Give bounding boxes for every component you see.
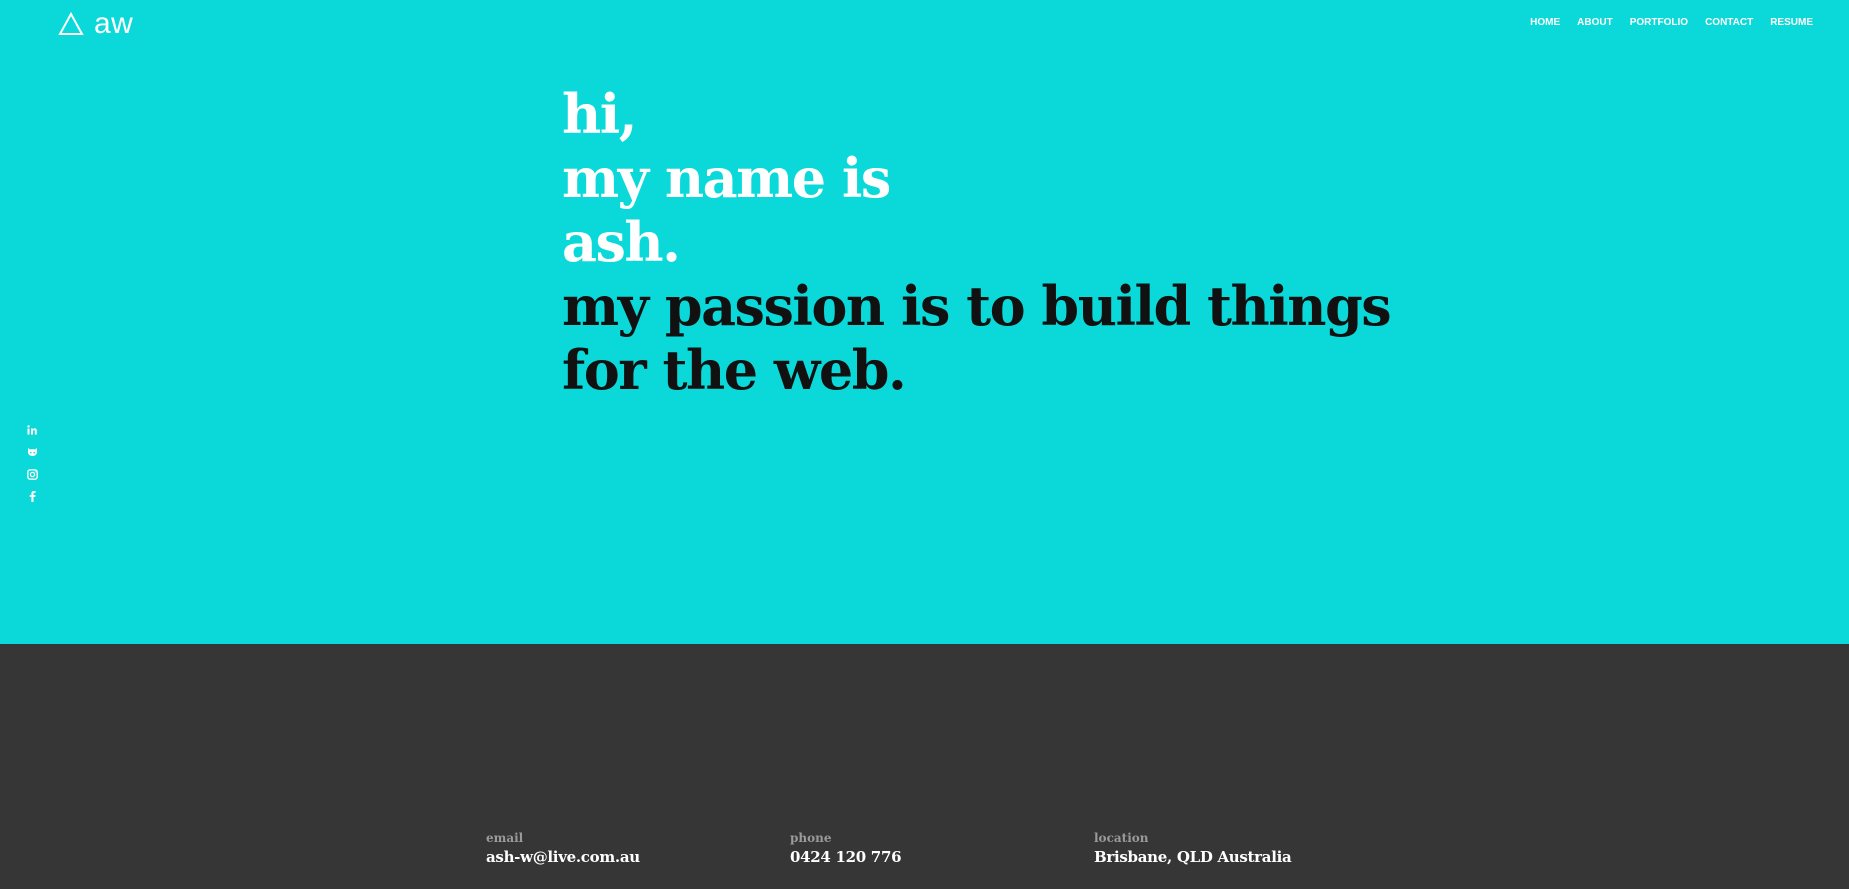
hero-headline: hi, my name is ash. my passion is to bui… (562, 82, 1392, 402)
contact-location: location Brisbane, QLD Australia (1094, 830, 1292, 868)
location-value: Brisbane, QLD Australia (1094, 848, 1292, 866)
nav-contact[interactable]: CONTACT (1705, 17, 1753, 28)
headline-name: ash. (562, 210, 681, 274)
facebook-icon[interactable] (26, 490, 38, 502)
social-links (24, 424, 40, 512)
location-label: location (1094, 831, 1149, 845)
headline-passion: my passion is to build things (562, 274, 1392, 338)
contact-phone: phone 0424 120 776 (790, 830, 902, 868)
triangle-icon (58, 12, 84, 36)
headline-greeting: hi, (562, 82, 638, 146)
github-icon[interactable] (26, 446, 38, 458)
contact-email: email ash-w@live.com.au (486, 830, 640, 868)
email-label: email (486, 831, 524, 845)
hero-section: aw HOME ABOUT PORTFOLIO CONTACT RESUME h… (0, 0, 1849, 644)
instagram-icon[interactable] (26, 468, 38, 480)
phone-label: phone (790, 831, 832, 845)
contact-footer (0, 644, 1849, 889)
logo-text: aw (94, 7, 134, 40)
nav-portfolio[interactable]: PORTFOLIO (1630, 17, 1688, 28)
nav-about[interactable]: ABOUT (1577, 17, 1613, 28)
nav-home[interactable]: HOME (1530, 17, 1560, 28)
email-value[interactable]: ash-w@live.com.au (486, 846, 640, 868)
headline-name-intro: my name is (562, 146, 891, 210)
nav-resume[interactable]: RESUME (1770, 17, 1813, 28)
headline-passion-end: for the web. (562, 338, 907, 402)
main-nav: HOME ABOUT PORTFOLIO CONTACT RESUME (1513, 17, 1813, 28)
linkedin-icon[interactable] (26, 424, 38, 436)
phone-value[interactable]: 0424 120 776 (790, 846, 902, 868)
site-logo[interactable]: aw (58, 8, 133, 40)
